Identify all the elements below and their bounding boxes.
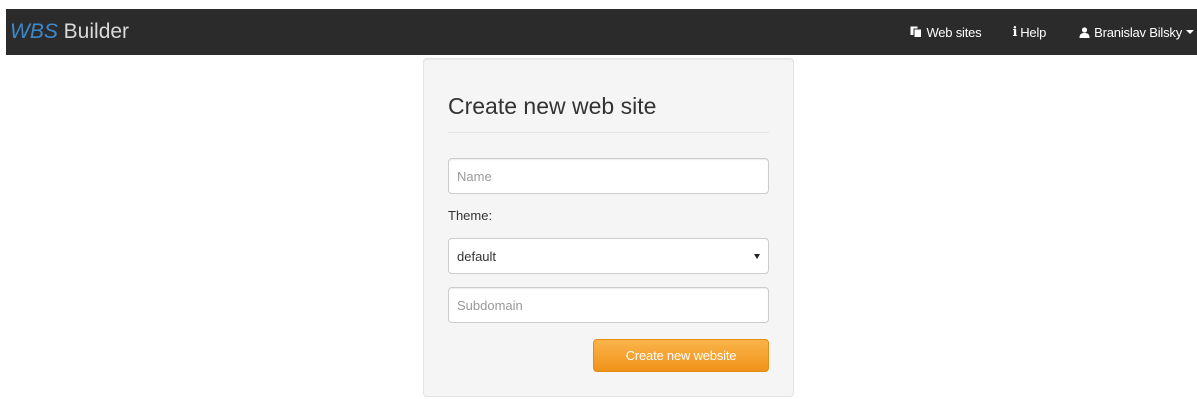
copy-icon (910, 26, 923, 38)
title-divider (448, 132, 769, 133)
user-icon (1079, 26, 1090, 38)
navbar-right: Web sites i Help Branislav Bilsky (910, 9, 1197, 55)
create-website-button[interactable]: Create new website (593, 339, 769, 372)
theme-label: Theme: (448, 208, 493, 223)
nav-help-label: Help (1020, 24, 1047, 40)
panel-title: Create new web site (448, 93, 657, 119)
info-icon: i (1012, 24, 1018, 40)
brand-logo[interactable]: WBS Builder (10, 9, 129, 55)
dropdown-arrow-icon (754, 253, 760, 259)
create-site-panel: Create new web site Theme: default Creat… (423, 58, 794, 397)
page: WBS Builder Web sites i Help Branislav B… (0, 0, 1197, 399)
caret-down-icon (1186, 30, 1194, 34)
theme-selected-value: default (457, 248, 497, 264)
brand-accent-text: WBS (10, 20, 58, 43)
nav-help-link[interactable]: i Help (1012, 9, 1046, 55)
subdomain-input[interactable] (448, 287, 769, 323)
nav-web-sites-label: Web sites (926, 24, 982, 40)
nav-user-dropdown[interactable]: Branislav Bilsky (1079, 9, 1194, 55)
nav-web-sites-link[interactable]: Web sites (910, 9, 982, 55)
top-navbar: WBS Builder Web sites i Help Branislav B… (6, 9, 1197, 55)
brand-rest-text: Builder (57, 20, 130, 43)
nav-user-name: Branislav Bilsky (1094, 24, 1182, 40)
theme-select[interactable]: default (448, 238, 769, 274)
name-input[interactable] (448, 158, 769, 194)
